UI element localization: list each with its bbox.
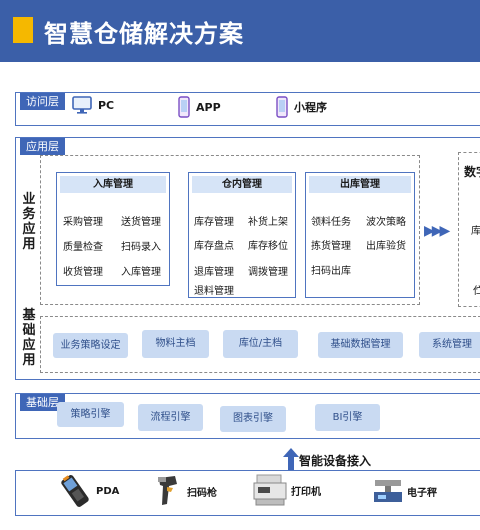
base-chip-material[interactable]: 物料主档 [142, 330, 209, 358]
module-outbound: 出库管理 领料任务 波次策略 拣货管理 出库验货 扫码出库 [305, 172, 415, 298]
module-title: 仓内管理 [192, 176, 292, 193]
access-item-label: PC [98, 98, 115, 112]
scanner-icon [158, 476, 177, 505]
module-item[interactable]: 送货管理 [121, 213, 161, 228]
module-title: 入库管理 [60, 176, 166, 193]
device-label: 电子秤 [407, 487, 437, 499]
business-app-label: 业务应用 [22, 192, 36, 252]
engine-chip[interactable]: BI引擎 [315, 404, 380, 431]
module-item[interactable]: 扫码出库 [311, 262, 351, 277]
device-scanner[interactable]: 扫码枪 [155, 474, 217, 508]
base-chip-system[interactable]: 系统管理 [419, 332, 480, 358]
module-item[interactable]: 领料任务 [311, 213, 351, 228]
engine-chip[interactable]: 图表引擎 [220, 406, 286, 432]
device-label: PDA [96, 485, 120, 497]
module-item[interactable]: 退料管理 [194, 282, 234, 297]
digital-panel-fragment: 库 [471, 226, 480, 237]
up-arrow-icon [283, 448, 299, 470]
module-item[interactable]: 库存移位 [248, 237, 288, 252]
printer-icon [253, 474, 287, 506]
device-pda[interactable]: PDA [58, 473, 119, 509]
pda-icon [61, 475, 89, 507]
phone-icon [178, 96, 190, 118]
phone-icon [276, 96, 288, 118]
base-app-label: 基础应用 [22, 308, 36, 368]
module-item[interactable]: 收货管理 [63, 263, 103, 278]
device-label: 扫码枪 [187, 487, 217, 499]
engine-chip[interactable]: 流程引擎 [138, 404, 203, 431]
digital-panel-fragment: 伫 [473, 286, 480, 297]
module-item[interactable]: 补货上架 [248, 213, 288, 228]
base-chip-location[interactable]: 库位/主档 [223, 330, 298, 358]
module-item[interactable]: 调拨管理 [248, 263, 288, 278]
access-item-miniprogram[interactable]: 小程序 [276, 96, 327, 118]
access-layer-tag: 访问层 [20, 93, 65, 110]
module-item[interactable]: 入库管理 [121, 263, 161, 278]
access-item-label: APP [196, 100, 221, 114]
device-scale[interactable]: 电子秤 [373, 478, 437, 504]
engine-chip[interactable]: 策略引擎 [57, 402, 124, 427]
app-layer-tag: 应用层 [20, 138, 65, 155]
module-item[interactable]: 退库管理 [194, 263, 234, 278]
base-chip-strategy[interactable]: 业务策略设定 [53, 333, 128, 358]
module-item[interactable]: 波次策略 [366, 213, 406, 228]
module-item[interactable]: 质量检查 [63, 238, 103, 253]
device-label: 打印机 [291, 486, 321, 498]
device-printer[interactable]: 打印机 [253, 473, 321, 507]
module-item[interactable]: 采购管理 [63, 213, 103, 228]
module-item[interactable]: 扫码录入 [121, 238, 161, 253]
base-chip-basedata[interactable]: 基础数据管理 [318, 332, 403, 358]
access-item-app[interactable]: APP [178, 96, 221, 118]
access-item-pc[interactable]: PC [72, 96, 114, 114]
device-access-label: 智能设备接入 [299, 454, 372, 468]
page-title: 智慧仓储解决方案 [44, 20, 244, 48]
module-item[interactable]: 库存盘点 [194, 237, 234, 252]
access-item-label: 小程序 [294, 101, 327, 114]
header-accent [13, 17, 33, 43]
monitor-icon [72, 96, 92, 114]
module-title: 出库管理 [309, 176, 411, 193]
module-item[interactable]: 库存管理 [194, 213, 234, 228]
module-inbound: 入库管理 采购管理 送货管理 质量检查 扫码录入 收货管理 入库管理 [56, 172, 170, 286]
flow-arrows-icon: ▶▶▶ [424, 223, 450, 239]
module-item[interactable]: 出库验货 [366, 237, 406, 252]
module-warehouse: 仓内管理 库存管理 补货上架 库存盘点 库存移位 退库管理 调拨管理 退料管理 [188, 172, 296, 298]
digital-panel-title: 数字 [464, 165, 480, 179]
module-item[interactable]: 拣货管理 [311, 237, 351, 252]
scale-icon [374, 480, 402, 502]
